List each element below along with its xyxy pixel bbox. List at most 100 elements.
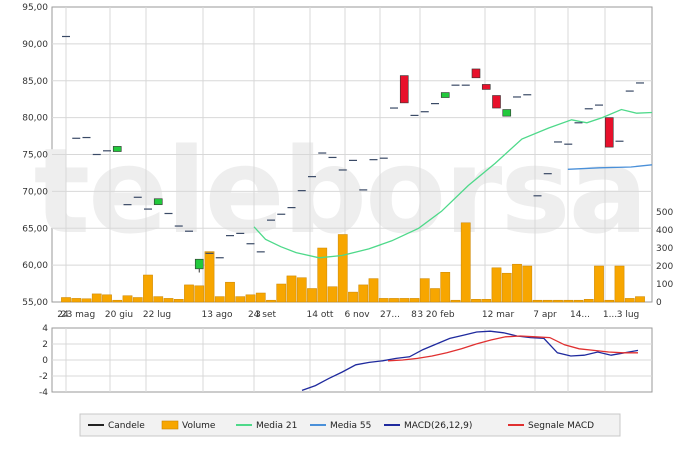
volume-tick-label: 100 [656, 280, 673, 290]
x-tick-label: 24 set [248, 310, 277, 320]
volume-bar [235, 296, 246, 303]
volume-bar [471, 299, 481, 303]
volume-bar [71, 298, 82, 303]
volume-bar [102, 294, 112, 303]
volume-bar [614, 265, 625, 303]
x-tick-label: 3 [255, 310, 261, 320]
volume-bar [194, 285, 205, 303]
x-tick-label: 3 20 feb [417, 310, 455, 320]
macd-tick-label: 0 [42, 356, 48, 366]
candle-up [112, 146, 122, 152]
volume-bar [61, 297, 71, 303]
volume-bar [624, 298, 635, 303]
volume-bar [122, 295, 133, 303]
volume-bar [512, 263, 522, 303]
legend-label: Volume [182, 421, 216, 431]
x-tick-label: 3 lug [617, 310, 640, 320]
macd-tick-label: -2 [39, 372, 48, 382]
price-tick-label: 80,00 [22, 114, 48, 124]
x-tick-label: 27... [380, 310, 400, 320]
x-tick-label: 6 nov [344, 310, 370, 320]
volume-bar [542, 299, 553, 303]
x-tick-label: 14 ott [307, 310, 334, 320]
x-tick-label: 14... [570, 310, 590, 320]
price-tick-label: 55,00 [22, 298, 48, 308]
volume-bar [204, 251, 215, 303]
volume-bar [348, 291, 358, 303]
volume-bar [296, 277, 307, 303]
macd-tick-label: -4 [39, 388, 48, 398]
x-tick-label: 12 mar [482, 310, 515, 320]
candle-up [153, 198, 163, 205]
candle-down [481, 84, 491, 90]
volume-bar [604, 299, 615, 303]
volume-bar [563, 299, 574, 303]
volume-bar [440, 272, 451, 303]
volume-tick-label: 400 [656, 226, 673, 236]
price-tick-label: 70,00 [22, 187, 48, 197]
volume-bar [91, 293, 102, 303]
volume-bar [378, 298, 389, 303]
legend-swatch [161, 420, 179, 430]
x-tick-label: 1... [603, 310, 617, 320]
volume-tick-label: 500 [656, 208, 673, 218]
volume-bar [491, 267, 502, 303]
candle-up [502, 109, 512, 117]
volume-tick-label: 300 [656, 244, 673, 254]
volume-bar [81, 298, 92, 303]
volume-bar [266, 299, 276, 303]
candle-down [492, 95, 501, 109]
volume-bar [225, 281, 235, 303]
volume-bar [163, 298, 174, 303]
volume-bar [389, 298, 399, 303]
volume-tick-label: 0 [656, 298, 662, 308]
legend-label: Candele [108, 421, 145, 431]
volume-bar [276, 283, 287, 303]
volume-bar [594, 265, 604, 303]
price-tick-label: 90,00 [22, 40, 48, 50]
x-tick-label: 20 giu [105, 310, 133, 320]
volume-bar [368, 278, 379, 303]
volume-bar [143, 274, 153, 303]
x-tick-label: 7 apr [533, 310, 557, 320]
volume-bar [286, 275, 297, 303]
volume-bar [358, 284, 369, 303]
legend-label: Segnale MACD [528, 421, 594, 431]
volume-bar [327, 286, 338, 303]
volume-bar [409, 298, 420, 303]
candle-down [399, 75, 409, 104]
legend-label: MACD(26,12,9) [404, 421, 472, 431]
volume-bar [337, 234, 348, 303]
volume-bar [481, 299, 492, 303]
x-tick-label: 13 ago [201, 310, 233, 320]
volume-bar [450, 299, 461, 303]
volume-bar [583, 299, 594, 303]
volume-bar [430, 288, 440, 303]
volume-bar [553, 299, 563, 303]
volume-bar [214, 296, 225, 303]
x-tick-label: 23 mag [61, 310, 95, 320]
volume-bar [573, 299, 584, 303]
x-tick-label: 8 [411, 310, 417, 320]
volume-bar [419, 278, 430, 303]
volume-bar [317, 247, 328, 303]
legend-label: Media 21 [256, 421, 297, 431]
volume-bar [132, 297, 143, 303]
volume-bar [522, 265, 533, 303]
price-tick-label: 95,00 [22, 3, 48, 13]
volume-tick-label: 200 [656, 262, 673, 272]
macd-tick-label: 4 [42, 324, 48, 334]
candle-up [440, 92, 450, 98]
x-tick-label: 22 lug [143, 310, 171, 320]
volume-bar [153, 296, 164, 303]
price-tick-label: 60,00 [22, 261, 48, 271]
price-tick-label: 85,00 [22, 77, 48, 87]
volume-bar [173, 299, 184, 303]
volume-bar [245, 294, 256, 303]
macd-tick-label: 2 [42, 340, 48, 350]
price-tick-label: 65,00 [22, 224, 48, 234]
volume-bar [501, 272, 512, 303]
volume-bar [112, 299, 123, 303]
volume-bar [532, 299, 543, 303]
candle-down [471, 68, 481, 79]
